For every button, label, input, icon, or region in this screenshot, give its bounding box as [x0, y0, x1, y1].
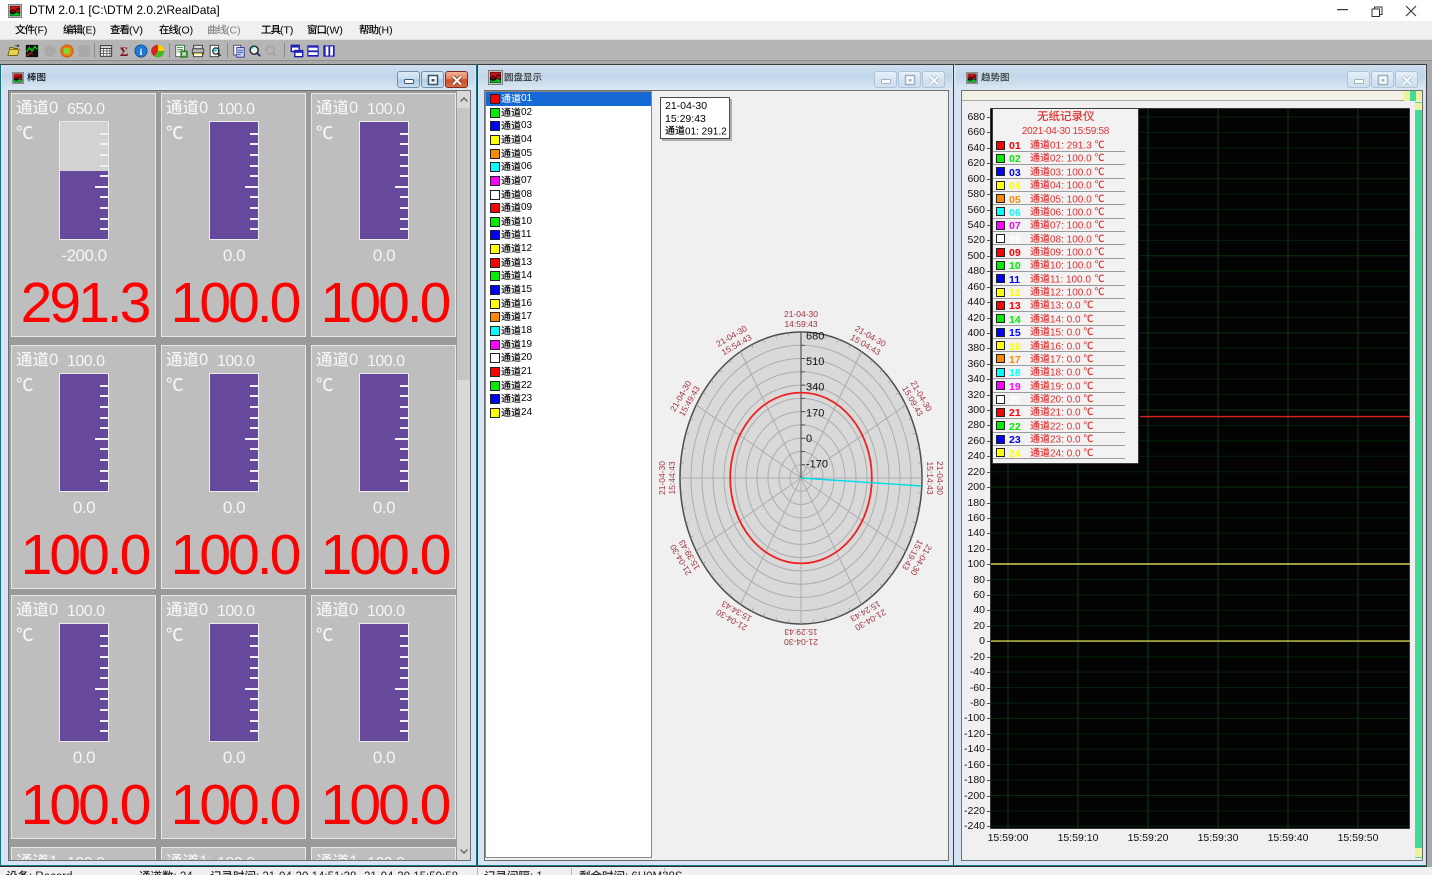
svg-text:15: 0.0: 15: 0.0 — [1050, 328, 1081, 339]
svg-text:14: 0.0: 14: 0.0 — [1050, 314, 1081, 325]
svg-text:510: 510 — [806, 356, 824, 368]
svg-text:21-04-30: 21-04-30 — [784, 309, 818, 319]
svg-text:24: 0.0: 24: 0.0 — [1050, 448, 1081, 459]
svg-text:08: 08 — [199, 602, 209, 619]
svg-text:(C): (C) — [226, 24, 241, 36]
svg-text:03: 03 — [349, 100, 359, 117]
svg-text:07: 07 — [49, 602, 59, 619]
svg-text:02: 02 — [199, 100, 209, 117]
svg-text:07: 100.0: 07: 100.0 — [1050, 221, 1092, 232]
svg-text:340: 340 — [806, 382, 824, 394]
svg-text:09: 100.0: 09: 100.0 — [1050, 248, 1092, 259]
svg-text:02: 100.0: 02: 100.0 — [1050, 154, 1092, 165]
svg-text:13: 0.0: 13: 0.0 — [1050, 301, 1081, 312]
svg-text:21-04-30: 21-04-30 — [784, 637, 818, 647]
svg-text:15:14:43: 15:14:43 — [925, 461, 935, 494]
svg-text:(V): (V) — [129, 24, 143, 36]
svg-text:18: 0.0: 18: 0.0 — [1050, 368, 1081, 379]
svg-text:05: 05 — [199, 352, 209, 369]
svg-text:09: 09 — [349, 602, 359, 619]
svg-text:(T): (T) — [280, 24, 293, 36]
svg-text:: 6H0M38S: : 6H0M38S — [625, 871, 683, 875]
svg-text:10: 10 — [49, 854, 59, 861]
svg-text:03: 100.0: 03: 100.0 — [1050, 167, 1092, 178]
svg-text:12: 12 — [349, 854, 359, 861]
svg-text:06: 100.0: 06: 100.0 — [1050, 207, 1092, 218]
svg-text:23: 0.0: 23: 0.0 — [1050, 435, 1081, 446]
svg-text:19: 0.0: 19: 0.0 — [1050, 381, 1081, 392]
svg-text:: Record...: : Record... — [29, 871, 82, 875]
svg-text:21-04-30 15:59:58: 21-04-30 15:59:58 — [364, 871, 458, 875]
svg-text:05: 100.0: 05: 100.0 — [1050, 194, 1092, 205]
svg-text:14:59:43: 14:59:43 — [784, 319, 817, 329]
svg-text:(W): (W) — [326, 24, 343, 36]
svg-text:12: 100.0: 12: 100.0 — [1050, 288, 1092, 299]
svg-text:21-04-30: 21-04-30 — [935, 461, 945, 495]
svg-text:i: i — [140, 47, 143, 58]
svg-text:10: 100.0: 10: 100.0 — [1050, 261, 1092, 272]
svg-text:01: 01 — [49, 100, 59, 117]
svg-text:(E): (E) — [82, 24, 96, 36]
svg-text:170: 170 — [806, 407, 824, 419]
svg-text:(F): (F) — [34, 24, 47, 36]
svg-text:16: 0.0: 16: 0.0 — [1050, 341, 1081, 352]
svg-text:11: 100.0: 11: 100.0 — [1050, 274, 1091, 285]
svg-text:-170: -170 — [806, 459, 828, 471]
svg-text:21-04-30: 21-04-30 — [657, 461, 667, 495]
svg-text:06: 06 — [349, 352, 359, 369]
svg-text:: 21-04-30 14:51:38: : 21-04-30 14:51:38 — [256, 871, 356, 875]
svg-text:22: 0.0: 22: 0.0 — [1050, 421, 1081, 432]
svg-text:: 24: : 24 — [174, 871, 194, 875]
svg-text:: 1: : 1 — [530, 871, 543, 875]
svg-text:Σ: Σ — [120, 44, 129, 58]
svg-text:21: 0.0: 21: 0.0 — [1050, 408, 1081, 419]
svg-text:680: 680 — [806, 331, 824, 343]
svg-text:01: 291.3: 01: 291.3 — [1050, 141, 1092, 152]
svg-text:04: 04 — [49, 352, 59, 369]
svg-text:01: 291.2: 01: 291.2 — [685, 127, 727, 138]
svg-text:(H): (H) — [378, 24, 393, 36]
svg-text:08: 100.0: 08: 100.0 — [1050, 234, 1092, 245]
svg-text:15:29:43: 15:29:43 — [784, 627, 817, 637]
svg-text:15:44:43: 15:44:43 — [667, 461, 677, 494]
svg-text:20: 0.0: 20: 0.0 — [1050, 395, 1081, 406]
svg-text:17: 0.0: 17: 0.0 — [1050, 354, 1081, 365]
svg-text:0: 0 — [806, 433, 812, 445]
svg-text:11: 11 — [199, 854, 209, 861]
svg-text:04: 100.0: 04: 100.0 — [1050, 181, 1092, 192]
svg-text:(O): (O) — [178, 24, 193, 36]
